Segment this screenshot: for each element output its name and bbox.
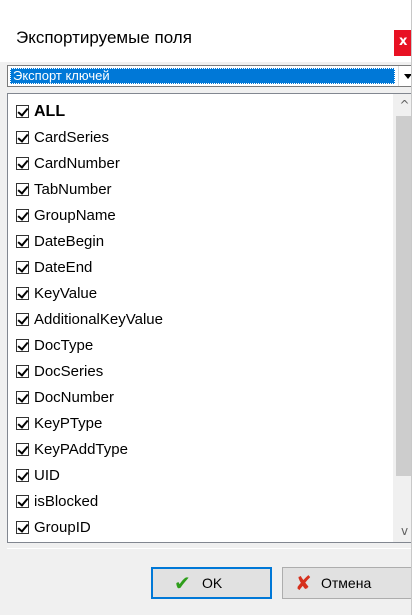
field-label: DocSeries <box>34 363 104 380</box>
field-label: AdditionalKeyValue <box>34 311 163 328</box>
list-item[interactable]: KeyValue <box>8 281 391 307</box>
dialog-title: Экспортируемые поля <box>16 28 192 47</box>
scroll-up-arrow-icon[interactable]: ^ <box>393 94 411 114</box>
checkbox[interactable] <box>16 495 29 508</box>
checkbox[interactable] <box>16 131 29 144</box>
checkbox[interactable] <box>16 365 29 378</box>
checkbox[interactable] <box>16 391 29 404</box>
field-label: KeyValue <box>34 285 98 302</box>
field-label: DateEnd <box>34 259 93 276</box>
divider <box>7 548 411 549</box>
fields-list: ALL CardSeries CardNumber TabNumber GroupNam… <box>8 99 391 541</box>
checkbox[interactable] <box>16 235 29 248</box>
field-label: KeyPAddType <box>34 441 128 458</box>
checkbox[interactable] <box>16 443 29 456</box>
list-item[interactable]: DocNumber <box>8 385 391 411</box>
checkbox[interactable] <box>16 339 29 352</box>
field-label: CardSeries <box>34 129 110 146</box>
list-item[interactable]: ALL <box>8 99 391 125</box>
list-item[interactable]: AdditionalKeyValue <box>8 307 391 333</box>
list-item[interactable]: DocType <box>8 333 391 359</box>
field-label: GroupName <box>34 207 116 224</box>
checkbox[interactable] <box>16 209 29 222</box>
field-label: DocNumber <box>34 389 115 406</box>
scrollbar-thumb[interactable] <box>396 116 411 476</box>
checkbox[interactable] <box>16 521 29 534</box>
title-bar[interactable]: Экспортируемые поля x <box>0 0 411 62</box>
list-item[interactable]: KeyPType <box>8 411 391 437</box>
field-label: GroupID <box>34 519 91 536</box>
field-label: CardNumber <box>34 155 120 172</box>
checkbox[interactable] <box>16 157 29 170</box>
list-item[interactable]: isBlocked <box>8 489 391 515</box>
export-fields-dialog: Экспортируемые поля x Экспорт ключей ALL… <box>0 0 412 615</box>
list-item[interactable]: UID <box>8 463 391 489</box>
export-type-select[interactable]: Экспорт ключей <box>7 65 411 87</box>
list-item[interactable]: DateEnd <box>8 255 391 281</box>
field-label: DocType <box>34 337 94 354</box>
checkbox[interactable] <box>16 287 29 300</box>
cancel-button-label: Отмена <box>321 575 372 591</box>
scroll-down-arrow-icon[interactable]: v <box>393 522 411 542</box>
checkbox[interactable] <box>16 261 29 274</box>
field-label: TabNumber <box>34 181 112 198</box>
list-item[interactable]: DocSeries <box>8 359 391 385</box>
field-label: isBlocked <box>34 493 99 510</box>
close-button[interactable]: x <box>394 30 411 56</box>
list-item[interactable]: DateBegin <box>8 229 391 255</box>
checkbox[interactable] <box>16 105 29 118</box>
list-item[interactable]: GroupID <box>8 515 391 541</box>
checkbox[interactable] <box>16 183 29 196</box>
vertical-scrollbar[interactable]: ^ v <box>393 94 411 542</box>
checkmark-icon: ✔ <box>174 571 191 595</box>
ok-button-label: OK <box>202 575 223 591</box>
list-item[interactable]: KeyPAddType <box>8 437 391 463</box>
field-label: UID <box>34 467 60 484</box>
field-label: ALL <box>34 103 66 120</box>
dialog-body: Экспорт ключей ALL CardSeries CardNumber Ta… <box>0 62 411 615</box>
export-type-selected-value[interactable]: Экспорт ключей <box>10 68 395 84</box>
list-item[interactable]: GroupName <box>8 203 391 229</box>
chevron-down-icon[interactable] <box>398 66 411 86</box>
cancel-button[interactable]: ✘ Отмена <box>282 567 411 599</box>
field-label: DateBegin <box>34 233 105 250</box>
cross-icon: ✘ <box>295 571 312 595</box>
ok-button[interactable]: ✔ OK <box>151 567 272 599</box>
field-label: KeyPType <box>34 415 103 432</box>
fields-checklist[interactable]: ALL CardSeries CardNumber TabNumber GroupNam… <box>7 93 411 543</box>
list-item[interactable]: TabNumber <box>8 177 391 203</box>
list-item[interactable]: CardSeries <box>8 125 391 151</box>
checkbox[interactable] <box>16 313 29 326</box>
checkbox[interactable] <box>16 469 29 482</box>
checkbox[interactable] <box>16 417 29 430</box>
list-item[interactable]: CardNumber <box>8 151 391 177</box>
